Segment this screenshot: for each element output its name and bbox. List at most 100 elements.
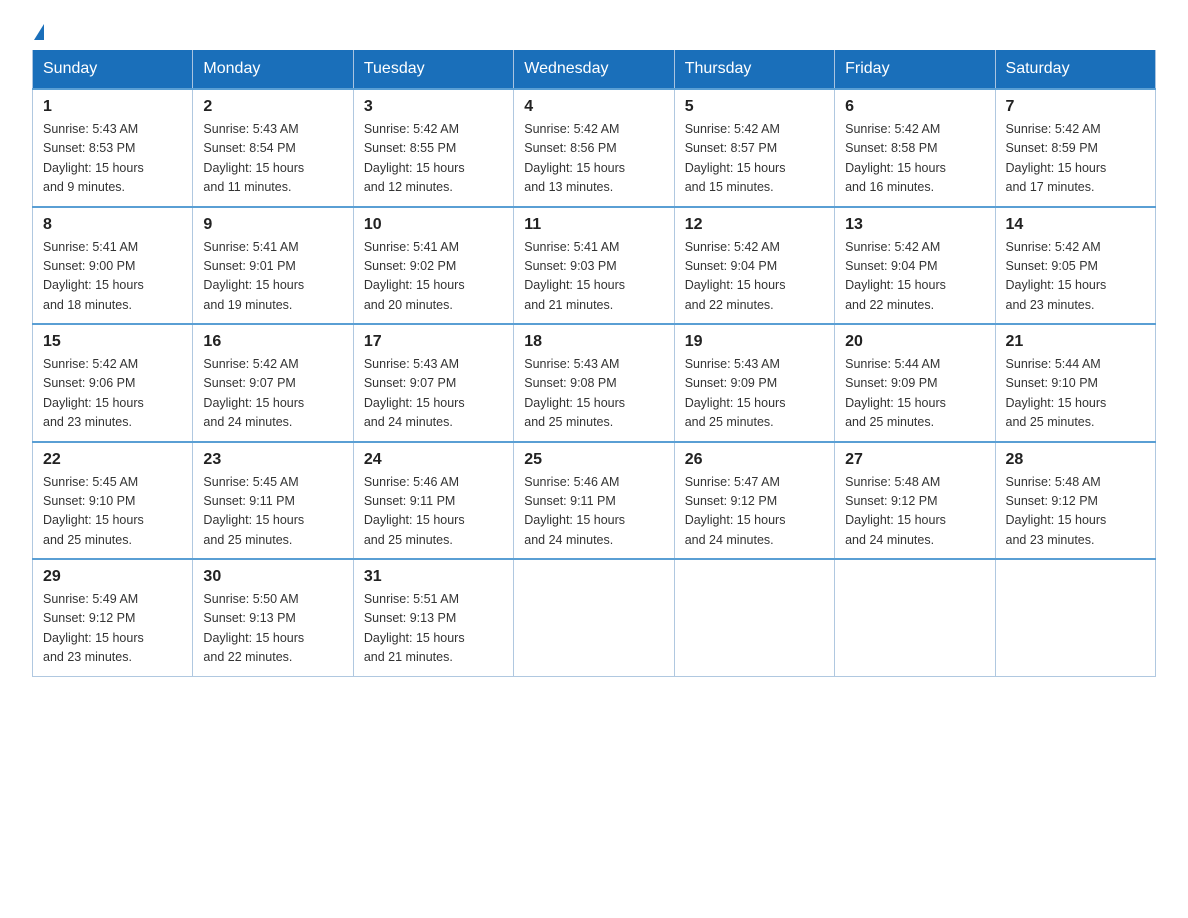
logo (32, 24, 44, 40)
calendar-cell: 6 Sunrise: 5:42 AMSunset: 8:58 PMDaylight… (835, 89, 995, 207)
day-number: 1 (43, 98, 182, 116)
day-number: 13 (845, 216, 984, 234)
calendar-week-row: 1 Sunrise: 5:43 AMSunset: 8:53 PMDaylight… (33, 89, 1156, 207)
day-number: 15 (43, 333, 182, 351)
day-number: 23 (203, 451, 342, 469)
day-info: Sunrise: 5:41 AMSunset: 9:01 PMDaylight:… (203, 238, 342, 316)
calendar-table: SundayMondayTuesdayWednesdayThursdayFrid… (32, 50, 1156, 677)
day-number: 3 (364, 98, 503, 116)
day-number: 8 (43, 216, 182, 234)
day-info: Sunrise: 5:41 AMSunset: 9:02 PMDaylight:… (364, 238, 503, 316)
day-number: 31 (364, 568, 503, 586)
calendar-cell: 17 Sunrise: 5:43 AMSunset: 9:07 PMDayligh… (353, 324, 513, 442)
calendar-week-row: 8 Sunrise: 5:41 AMSunset: 9:00 PMDaylight… (33, 207, 1156, 325)
day-info: Sunrise: 5:41 AMSunset: 9:03 PMDaylight:… (524, 238, 663, 316)
day-info: Sunrise: 5:48 AMSunset: 9:12 PMDaylight:… (845, 473, 984, 551)
day-number: 17 (364, 333, 503, 351)
logo-triangle-icon (34, 24, 44, 40)
day-info: Sunrise: 5:42 AMSunset: 8:58 PMDaylight:… (845, 120, 984, 198)
day-info: Sunrise: 5:43 AMSunset: 9:08 PMDaylight:… (524, 355, 663, 433)
calendar-cell: 20 Sunrise: 5:44 AMSunset: 9:09 PMDayligh… (835, 324, 995, 442)
day-info: Sunrise: 5:46 AMSunset: 9:11 PMDaylight:… (524, 473, 663, 551)
day-info: Sunrise: 5:42 AMSunset: 8:59 PMDaylight:… (1006, 120, 1145, 198)
calendar-cell: 2Sunrise: 5:43 AMSunset: 8:54 PMDaylight… (193, 89, 353, 207)
day-info: Sunrise: 5:42 AMSunset: 8:56 PMDaylight:… (524, 120, 663, 198)
page-header (32, 24, 1156, 40)
calendar-cell: 25 Sunrise: 5:46 AMSunset: 9:11 PMDayligh… (514, 442, 674, 560)
day-number: 5 (685, 98, 824, 116)
day-info: Sunrise: 5:43 AMSunset: 8:54 PMDaylight:… (203, 120, 342, 198)
day-info: Sunrise: 5:43 AMSunset: 9:07 PMDaylight:… (364, 355, 503, 433)
calendar-cell: 18 Sunrise: 5:43 AMSunset: 9:08 PMDayligh… (514, 324, 674, 442)
day-info: Sunrise: 5:42 AMSunset: 9:05 PMDaylight:… (1006, 238, 1145, 316)
calendar-cell: 3 Sunrise: 5:42 AMSunset: 8:55 PMDaylight… (353, 89, 513, 207)
calendar-cell: 31 Sunrise: 5:51 AMSunset: 9:13 PMDayligh… (353, 559, 513, 676)
day-info: Sunrise: 5:43 AMSunset: 8:53 PMDaylight:… (43, 120, 182, 198)
calendar-cell: 16 Sunrise: 5:42 AMSunset: 9:07 PMDayligh… (193, 324, 353, 442)
day-number: 19 (685, 333, 824, 351)
calendar-cell: 10 Sunrise: 5:41 AMSunset: 9:02 PMDayligh… (353, 207, 513, 325)
day-info: Sunrise: 5:42 AMSunset: 9:06 PMDaylight:… (43, 355, 182, 433)
calendar-cell (674, 559, 834, 676)
calendar-week-row: 22 Sunrise: 5:45 AMSunset: 9:10 PMDayligh… (33, 442, 1156, 560)
day-number: 26 (685, 451, 824, 469)
calendar-cell: 21 Sunrise: 5:44 AMSunset: 9:10 PMDayligh… (995, 324, 1155, 442)
day-info: Sunrise: 5:42 AMSunset: 9:04 PMDaylight:… (685, 238, 824, 316)
day-number: 11 (524, 216, 663, 234)
day-info: Sunrise: 5:51 AMSunset: 9:13 PMDaylight:… (364, 590, 503, 668)
day-number: 6 (845, 98, 984, 116)
day-info: Sunrise: 5:45 AMSunset: 9:10 PMDaylight:… (43, 473, 182, 551)
weekday-header-sunday: Sunday (33, 50, 193, 89)
weekday-header-monday: Monday (193, 50, 353, 89)
weekday-header-wednesday: Wednesday (514, 50, 674, 89)
day-info: Sunrise: 5:44 AMSunset: 9:10 PMDaylight:… (1006, 355, 1145, 433)
calendar-cell: 13 Sunrise: 5:42 AMSunset: 9:04 PMDayligh… (835, 207, 995, 325)
day-number: 18 (524, 333, 663, 351)
day-number: 9 (203, 216, 342, 234)
day-info: Sunrise: 5:42 AMSunset: 9:07 PMDaylight:… (203, 355, 342, 433)
day-info: Sunrise: 5:50 AMSunset: 9:13 PMDaylight:… (203, 590, 342, 668)
calendar-week-row: 15 Sunrise: 5:42 AMSunset: 9:06 PMDayligh… (33, 324, 1156, 442)
day-info: Sunrise: 5:49 AMSunset: 9:12 PMDaylight:… (43, 590, 182, 668)
calendar-cell: 1 Sunrise: 5:43 AMSunset: 8:53 PMDaylight… (33, 89, 193, 207)
day-info: Sunrise: 5:42 AMSunset: 9:04 PMDaylight:… (845, 238, 984, 316)
calendar-cell: 24Sunrise: 5:46 AMSunset: 9:11 PMDayligh… (353, 442, 513, 560)
day-number: 12 (685, 216, 824, 234)
calendar-cell: 19 Sunrise: 5:43 AMSunset: 9:09 PMDayligh… (674, 324, 834, 442)
weekday-header-friday: Friday (835, 50, 995, 89)
day-number: 14 (1006, 216, 1145, 234)
calendar-cell: 27Sunrise: 5:48 AMSunset: 9:12 PMDayligh… (835, 442, 995, 560)
calendar-cell: 30Sunrise: 5:50 AMSunset: 9:13 PMDayligh… (193, 559, 353, 676)
calendar-cell: 12 Sunrise: 5:42 AMSunset: 9:04 PMDayligh… (674, 207, 834, 325)
day-info: Sunrise: 5:44 AMSunset: 9:09 PMDaylight:… (845, 355, 984, 433)
calendar-cell: 15 Sunrise: 5:42 AMSunset: 9:06 PMDayligh… (33, 324, 193, 442)
day-info: Sunrise: 5:48 AMSunset: 9:12 PMDaylight:… (1006, 473, 1145, 551)
calendar-week-row: 29Sunrise: 5:49 AMSunset: 9:12 PMDayligh… (33, 559, 1156, 676)
calendar-cell: 4 Sunrise: 5:42 AMSunset: 8:56 PMDaylight… (514, 89, 674, 207)
calendar-cell: 7 Sunrise: 5:42 AMSunset: 8:59 PMDaylight… (995, 89, 1155, 207)
calendar-cell: 22 Sunrise: 5:45 AMSunset: 9:10 PMDayligh… (33, 442, 193, 560)
weekday-header-saturday: Saturday (995, 50, 1155, 89)
day-info: Sunrise: 5:42 AMSunset: 8:55 PMDaylight:… (364, 120, 503, 198)
weekday-header-tuesday: Tuesday (353, 50, 513, 89)
day-number: 4 (524, 98, 663, 116)
day-info: Sunrise: 5:45 AMSunset: 9:11 PMDaylight:… (203, 473, 342, 551)
calendar-cell (835, 559, 995, 676)
day-number: 10 (364, 216, 503, 234)
calendar-cell: 11 Sunrise: 5:41 AMSunset: 9:03 PMDayligh… (514, 207, 674, 325)
calendar-header-row: SundayMondayTuesdayWednesdayThursdayFrid… (33, 50, 1156, 89)
calendar-cell: 26Sunrise: 5:47 AMSunset: 9:12 PMDayligh… (674, 442, 834, 560)
day-number: 20 (845, 333, 984, 351)
day-number: 21 (1006, 333, 1145, 351)
day-number: 28 (1006, 451, 1145, 469)
day-number: 16 (203, 333, 342, 351)
day-number: 7 (1006, 98, 1145, 116)
day-number: 22 (43, 451, 182, 469)
day-info: Sunrise: 5:43 AMSunset: 9:09 PMDaylight:… (685, 355, 824, 433)
day-info: Sunrise: 5:41 AMSunset: 9:00 PMDaylight:… (43, 238, 182, 316)
weekday-header-thursday: Thursday (674, 50, 834, 89)
calendar-cell: 29Sunrise: 5:49 AMSunset: 9:12 PMDayligh… (33, 559, 193, 676)
calendar-cell (514, 559, 674, 676)
calendar-cell: 5Sunrise: 5:42 AMSunset: 8:57 PMDaylight… (674, 89, 834, 207)
day-number: 25 (524, 451, 663, 469)
